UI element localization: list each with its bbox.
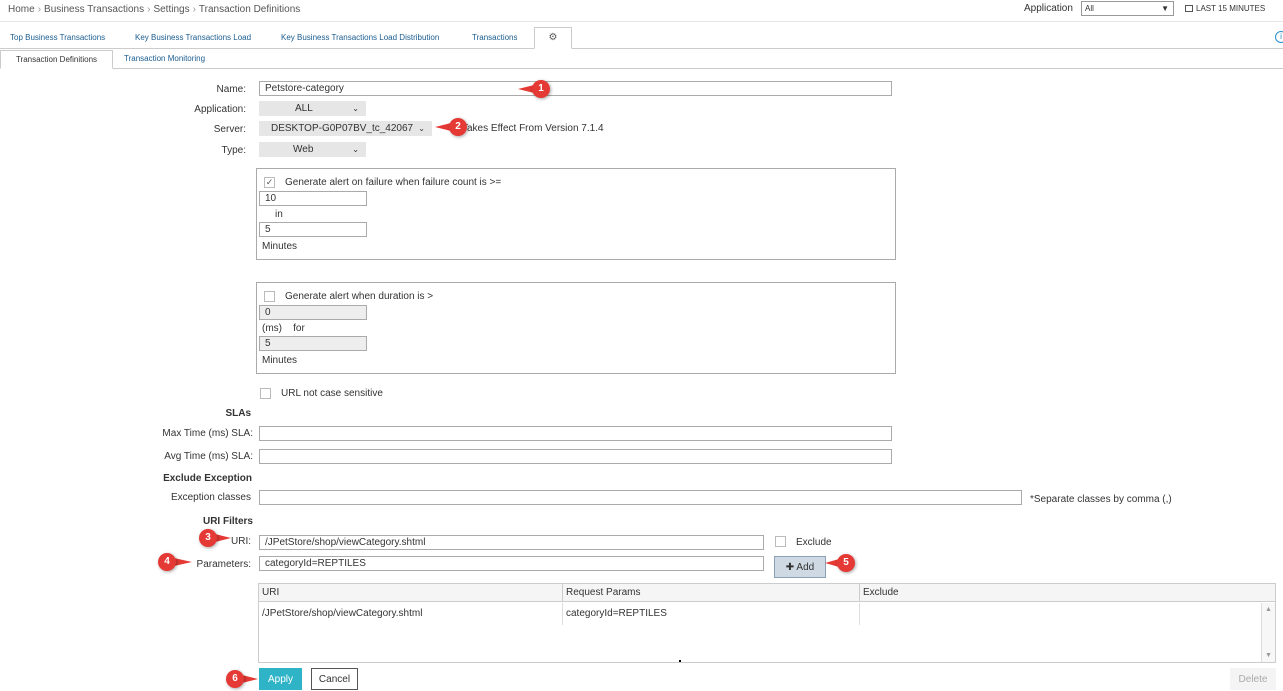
scroll-up-icon[interactable]: ▲ bbox=[1265, 606, 1272, 613]
cursor-dot bbox=[679, 660, 681, 662]
cancel-button[interactable]: Cancel bbox=[311, 668, 358, 690]
breadcrumb-business-transactions[interactable]: Business Transactions bbox=[44, 4, 144, 15]
tab-settings[interactable]: ⚙ bbox=[534, 27, 572, 49]
plus-icon: ✚ bbox=[785, 561, 797, 573]
table-cell-exclude bbox=[860, 603, 1260, 625]
chevron-down-icon: ⌄ bbox=[352, 145, 359, 154]
type-label: Type: bbox=[221, 145, 246, 156]
parameters-input[interactable]: categoryId=REPTILES bbox=[259, 556, 764, 571]
failure-minutes-input[interactable]: 5 bbox=[259, 222, 367, 237]
add-filter-button[interactable]: ✚ Add bbox=[774, 556, 826, 578]
delete-button[interactable]: Delete bbox=[1230, 668, 1276, 690]
application-select[interactable]: All ▼ bbox=[1081, 1, 1174, 16]
callout-number: 5 bbox=[837, 554, 855, 572]
type-dropdown-value: Web bbox=[293, 144, 314, 155]
sub-tabs: Transaction Definitions Transaction Moni… bbox=[0, 50, 1283, 69]
gear-icon: ⚙ bbox=[548, 32, 558, 43]
uri-exclude-checkbox[interactable] bbox=[775, 536, 786, 547]
callout-number: 6 bbox=[226, 670, 244, 688]
callout-pointer-icon bbox=[174, 558, 192, 566]
table-scrollbar[interactable]: ▲ ▼ bbox=[1261, 603, 1275, 662]
type-dropdown[interactable]: Web ⌄ bbox=[259, 142, 366, 157]
uri-exclude-label: Exclude bbox=[796, 537, 832, 548]
uri-input[interactable]: /JPetStore/shop/viewCategory.shtml bbox=[259, 535, 764, 550]
checkmark-icon: ✓ bbox=[265, 177, 274, 187]
duration-alert-label: Generate alert when duration is > bbox=[285, 291, 434, 302]
duration-alert-checkbox[interactable] bbox=[264, 291, 275, 302]
exception-classes-label: Exception classes bbox=[170, 492, 251, 503]
duration-input[interactable]: 0 bbox=[259, 305, 367, 320]
failure-minutes-label: Minutes bbox=[262, 241, 298, 252]
duration-ms-for-label: (ms) for bbox=[262, 323, 305, 334]
application-dropdown[interactable]: ALL ⌄ bbox=[259, 101, 366, 116]
server-label: Server: bbox=[213, 124, 246, 135]
url-case-label: URL not case sensitive bbox=[281, 388, 383, 399]
dropdown-arrow-icon: ▼ bbox=[1161, 4, 1169, 13]
apply-button[interactable]: Apply bbox=[259, 668, 302, 690]
application-select-value: All bbox=[1085, 4, 1094, 13]
server-dropdown[interactable]: DESKTOP-G0P07BV_tc_42067 ⌄ bbox=[259, 121, 432, 136]
application-field-label: Application: bbox=[194, 104, 246, 115]
duration-minutes-label: Minutes bbox=[262, 355, 298, 366]
avg-sla-label: Avg Time (ms) SLA: bbox=[164, 451, 253, 462]
application-label: Application bbox=[1024, 3, 1073, 14]
main-tabs: Top Business Transactions Key Business T… bbox=[0, 27, 1283, 49]
callout-pointer-icon bbox=[242, 675, 258, 683]
time-range-label: LAST 15 MINUTES bbox=[1196, 4, 1266, 13]
tab-key-business-transactions-load-distribution[interactable]: Key Business Transactions Load Distribut… bbox=[281, 28, 439, 49]
time-range-picker[interactable]: LAST 15 MINUTES bbox=[1185, 4, 1265, 13]
tab-top-business-transactions[interactable]: Top Business Transactions bbox=[10, 28, 105, 49]
add-filter-label: Add bbox=[796, 561, 815, 573]
tab-transactions[interactable]: Transactions bbox=[472, 28, 518, 49]
max-sla-label: Max Time (ms) SLA: bbox=[162, 428, 253, 439]
chevron-down-icon: ⌄ bbox=[418, 124, 425, 133]
server-dropdown-value: DESKTOP-G0P07BV_tc_42067 bbox=[271, 123, 414, 134]
info-icon[interactable]: i bbox=[1275, 31, 1283, 43]
max-sla-input[interactable] bbox=[259, 426, 892, 441]
table-cell-uri: /JPetStore/shop/viewCategory.shtml bbox=[259, 603, 563, 625]
column-header-exclude[interactable]: Exclude bbox=[860, 584, 1275, 602]
uri-filters-heading: URI Filters bbox=[202, 516, 253, 527]
table-cell-params: categoryId=REPTILES bbox=[563, 603, 860, 625]
breadcrumb: Home › Business Transactions › Settings › Tran… bbox=[8, 4, 301, 15]
breadcrumb-transaction-definitions: Transaction Definitions bbox=[198, 4, 301, 15]
callout-pointer-icon bbox=[215, 534, 231, 542]
calendar-icon bbox=[1185, 5, 1193, 12]
failure-alert-label: Generate alert on failure when failure c… bbox=[285, 177, 502, 188]
duration-minutes-input[interactable]: 5 bbox=[259, 336, 367, 351]
scroll-down-icon[interactable]: ▼ bbox=[1265, 652, 1272, 659]
breadcrumb-home[interactable]: Home bbox=[8, 4, 35, 15]
exception-classes-note: *Separate classes by comma (,) bbox=[1030, 494, 1172, 505]
tab-transaction-monitoring[interactable]: Transaction Monitoring bbox=[124, 50, 205, 69]
callout-number: 2 bbox=[449, 118, 467, 136]
callout-number: 4 bbox=[158, 553, 176, 571]
name-label: Name: bbox=[216, 84, 246, 95]
failure-count-input[interactable]: 10 bbox=[259, 191, 367, 206]
callout-number: 1 bbox=[532, 80, 550, 98]
slas-heading: SLAs bbox=[225, 408, 251, 419]
uri-filters-table: URI Request Params Exclude /JPetStore/sh… bbox=[258, 583, 1276, 663]
callout-number: 3 bbox=[199, 529, 217, 547]
failure-in-label: in bbox=[275, 209, 283, 220]
name-input[interactable]: Petstore-category bbox=[259, 81, 892, 96]
url-case-checkbox[interactable] bbox=[260, 388, 271, 399]
server-version-note: Takes Effect From Version 7.1.4 bbox=[462, 123, 604, 134]
application-dropdown-value: ALL bbox=[295, 103, 313, 114]
exception-classes-input[interactable] bbox=[259, 490, 1022, 505]
exclude-exception-heading: Exclude Exception bbox=[163, 473, 252, 484]
tab-key-business-transactions-load[interactable]: Key Business Transactions Load bbox=[135, 28, 251, 49]
avg-sla-input[interactable] bbox=[259, 449, 892, 464]
column-header-request-params[interactable]: Request Params bbox=[563, 584, 860, 602]
breadcrumb-settings[interactable]: Settings bbox=[153, 4, 189, 15]
tab-transaction-definitions[interactable]: Transaction Definitions bbox=[0, 50, 113, 69]
chevron-down-icon: ⌄ bbox=[352, 104, 359, 113]
column-header-uri[interactable]: URI bbox=[259, 584, 563, 602]
failure-alert-checkbox[interactable]: ✓ bbox=[264, 177, 275, 188]
